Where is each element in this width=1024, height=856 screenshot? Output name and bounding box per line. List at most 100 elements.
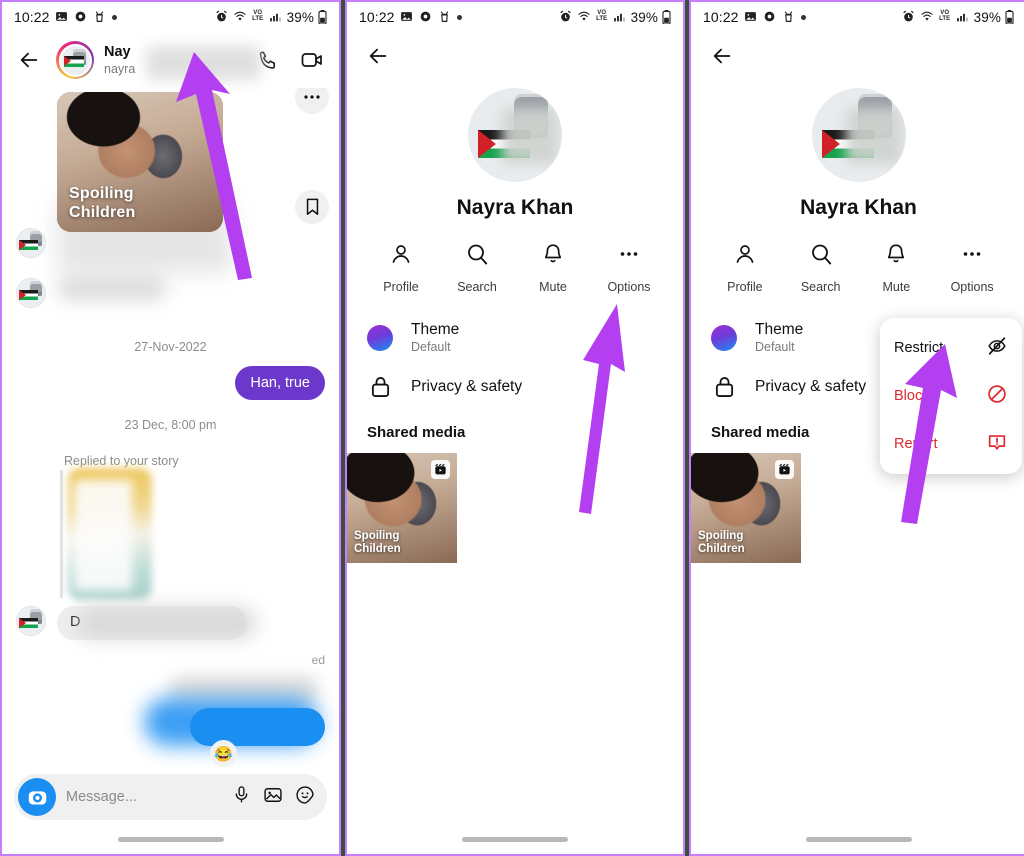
status-bar-right: VO LTE 39% (559, 10, 671, 25)
menu-item-report[interactable]: Report (880, 420, 1022, 468)
media-caption-line1: Spoiling (354, 530, 400, 542)
detail-header (691, 32, 1024, 80)
redaction-blur (502, 108, 558, 164)
media-tile[interactable]: Spoiling Children (347, 453, 457, 563)
theme-row[interactable]: Theme Default (347, 320, 683, 355)
palestine-flag-graphic (19, 240, 38, 250)
signal-icon (956, 10, 970, 24)
gallery-icon (400, 10, 414, 24)
app-icon (782, 10, 796, 24)
avatar[interactable] (56, 41, 94, 79)
dot-icon (800, 14, 806, 20)
post-title: Spoiling Children (69, 184, 136, 222)
message-composer[interactable]: Message... (14, 774, 327, 820)
theme-title: Theme (411, 321, 460, 338)
action-profile[interactable]: Profile (707, 242, 783, 294)
alarm-icon (902, 10, 916, 24)
microphone-icon[interactable] (232, 785, 251, 809)
wifi-icon (233, 10, 247, 24)
media-caption: Spoiling Children (354, 530, 401, 556)
status-time: 10:22 (14, 9, 50, 25)
sticker-icon[interactable] (295, 785, 315, 810)
action-search[interactable]: Search (439, 242, 515, 294)
outgoing-message-bubble[interactable]: Han, true (235, 366, 325, 400)
image-icon[interactable] (263, 785, 283, 810)
battery-icon (318, 10, 327, 24)
shared-post-card[interactable]: Spoiling Children (57, 92, 223, 232)
status-time: 10:22 (703, 9, 739, 25)
lock-icon (711, 375, 737, 398)
redacted-message (57, 275, 167, 301)
video-camera-icon[interactable] (295, 43, 329, 77)
composer-actions (232, 785, 315, 810)
date-separator: 23 Dec, 8:00 pm (124, 418, 217, 432)
dot-icon (111, 14, 117, 20)
media-caption-line1: Spoiling (698, 530, 744, 542)
seen-status: ed (311, 653, 325, 667)
back-arrow-icon[interactable] (12, 43, 46, 77)
menu-item-label: Restrict (894, 340, 944, 356)
profile-name: Nayra Khan (456, 196, 574, 219)
reels-icon (431, 460, 450, 479)
options-dropdown-menu[interactable]: Restrict Block Report (880, 318, 1022, 474)
menu-item-restrict[interactable]: Restrict (880, 324, 1022, 372)
more-icon[interactable] (295, 88, 329, 114)
media-caption-line2: Children (698, 543, 745, 555)
dot-icon (456, 14, 462, 20)
bookmark-icon[interactable] (295, 190, 329, 224)
action-label: Profile (383, 280, 419, 294)
phone-panel-chat: 10:22 VO LTE 39% Nay nayra Spoiling Chil… (0, 0, 341, 856)
theme-subtitle: Default (755, 340, 795, 354)
phone-panel-options-menu: 10:22 VO LTE 39% Nayra Khan Profile Sear… (689, 0, 1024, 856)
action-options[interactable]: Options (591, 242, 667, 294)
message-reaction[interactable]: 😂 (210, 740, 237, 767)
theme-text-block: Theme Default (755, 320, 803, 355)
reels-icon (775, 460, 794, 479)
status-bar-left: 10:22 (359, 9, 559, 25)
volte-icon: VO LTE (939, 10, 951, 22)
chat-messages[interactable]: Spoiling Children 27-Nov-2022 Han, true (2, 88, 339, 804)
status-bar-right: VO LTE 39% (902, 10, 1014, 25)
alarm-icon (559, 10, 573, 24)
back-arrow-icon[interactable] (361, 39, 395, 73)
app-icon (93, 10, 107, 24)
phone-panel-details: 10:22 VO LTE 39% Nayra Khan Profile Sear… (345, 0, 685, 856)
camera-icon[interactable] (18, 778, 56, 816)
action-options[interactable]: Options (934, 242, 1010, 294)
action-profile[interactable]: Profile (363, 242, 439, 294)
profile-name: Nayra Khan (800, 196, 917, 219)
privacy-title: Privacy & safety (411, 378, 523, 395)
settings-icon (763, 10, 777, 24)
post-title-line2: Children (69, 204, 136, 221)
message-avatar (16, 278, 46, 308)
action-mute[interactable]: Mute (515, 242, 591, 294)
search-icon (465, 242, 489, 271)
privacy-row[interactable]: Privacy & safety (347, 375, 683, 398)
settings-icon (74, 10, 88, 24)
outgoing-message-bubble-blue[interactable] (190, 708, 325, 746)
action-label: Profile (727, 280, 763, 294)
action-search[interactable]: Search (783, 242, 859, 294)
profile-avatar[interactable] (811, 88, 906, 182)
action-mute[interactable]: Mute (859, 242, 935, 294)
bell-icon (884, 242, 908, 271)
chat-header: Nay nayra (2, 32, 339, 88)
screenshot-board: 10:22 VO LTE 39% Nay nayra Spoiling Chil… (0, 0, 1024, 856)
media-tile[interactable]: Spoiling Children (691, 453, 801, 563)
back-arrow-icon[interactable] (705, 39, 739, 73)
story-thumbnail-inner (74, 480, 132, 590)
action-label: Options (607, 280, 651, 294)
menu-item-label: Report (894, 436, 938, 452)
menu-item-block[interactable]: Block (880, 372, 1022, 420)
home-indicator (805, 837, 912, 842)
message-input[interactable]: Message... (66, 789, 222, 805)
quick-action-row: Profile Search Mute Options (691, 242, 1024, 294)
status-bar-left: 10:22 (703, 9, 902, 25)
ellipsis-icon (960, 242, 984, 271)
message-avatar (16, 606, 46, 636)
status-bar: 10:22 VO LTE 39% (347, 2, 683, 32)
action-label: Mute (882, 280, 911, 294)
profile-avatar[interactable] (468, 88, 562, 182)
chat-title-block[interactable]: Nay nayra (104, 44, 261, 80)
status-bar: 10:22 VO LTE 39% (691, 2, 1024, 32)
